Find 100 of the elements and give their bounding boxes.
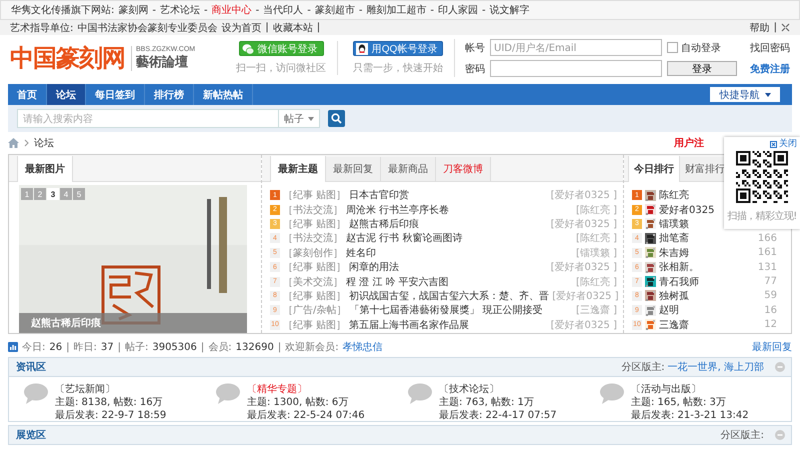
- help-link[interactable]: 帮助: [750, 20, 770, 34]
- section-title[interactable]: 资讯区: [16, 360, 46, 374]
- thread-title[interactable]: 「第十七屆香港藝術發展獎」 現正公開接受: [349, 303, 543, 318]
- forum-counts: 主题: 165, 帖数: 3万: [631, 396, 727, 409]
- register-link[interactable]: 用户注: [674, 136, 704, 150]
- separator-text: -: [482, 4, 486, 16]
- panel-tab[interactable]: 最新主题: [270, 156, 326, 182]
- panel-tab[interactable]: 最新商品: [381, 157, 436, 181]
- moderator-link[interactable]: 一花一世界, 海上刀部: [668, 360, 764, 374]
- breadcrumb-link[interactable]: 论坛: [34, 136, 54, 150]
- speech-bubble-icon: [599, 383, 625, 404]
- separator-text: |: [118, 342, 121, 352]
- close-link[interactable]: 关闭: [770, 139, 797, 149]
- stat-value: 132690: [236, 342, 274, 352]
- site-link[interactable]: 艺术论坛: [160, 3, 200, 17]
- thread-title[interactable]: 赵古泥 行书 秋窗论画图诗: [346, 231, 462, 246]
- thread-category[interactable]: ［纪事 贴图］: [283, 216, 346, 231]
- site-link[interactable]: 说文解字: [490, 3, 530, 17]
- password-field[interactable]: [490, 60, 662, 77]
- separator-text: -: [152, 4, 156, 16]
- thread-category[interactable]: ［纪事 贴图］: [283, 318, 346, 332]
- picture-caption: 赵熊古稀后印痕: [19, 313, 247, 333]
- thread-category[interactable]: ［篆刻创作］: [283, 246, 343, 260]
- header-link[interactable]: 设为首页: [221, 20, 262, 34]
- thread-category[interactable]: ［纪事 贴图］: [283, 288, 346, 303]
- close-icon[interactable]: [770, 140, 777, 148]
- scope-dropdown[interactable]: 帖子: [279, 109, 320, 128]
- caret-icon[interactable]: [764, 92, 770, 96]
- stat-value: 26: [49, 342, 62, 352]
- nav-tab[interactable]: 论坛: [47, 84, 86, 105]
- thread-title[interactable]: 日本古官印赏: [349, 188, 410, 202]
- thread-category[interactable]: ［美术交流］: [283, 274, 343, 289]
- thread-title[interactable]: 程 澄 江 吟 平安六吉图: [346, 274, 449, 289]
- thread-category[interactable]: ［纪事 贴图］: [283, 260, 346, 274]
- forum-counts: 主题: 8138, 帖数: 16万: [55, 396, 164, 409]
- thread-title[interactable]: 姓名印: [346, 246, 376, 260]
- panel-tab[interactable]: 刀客微博: [436, 157, 491, 181]
- member-link[interactable]: 孝悌忠信: [342, 340, 383, 354]
- thread-title[interactable]: 闲章的用法: [349, 260, 400, 274]
- separator-text: |: [774, 22, 777, 33]
- panel-tab[interactable]: 最新图片: [17, 156, 73, 182]
- user-name[interactable]: 朱吉姆: [659, 246, 689, 260]
- forum-name[interactable]: 〔技术论坛〕: [439, 383, 557, 396]
- user-name[interactable]: 张相新。: [659, 260, 699, 274]
- post-count: 77: [764, 276, 777, 288]
- header-link[interactable]: 收藏本站: [272, 20, 313, 34]
- thread-category[interactable]: ［书法交流］: [283, 231, 343, 246]
- user-name[interactable]: 青石我师: [659, 274, 699, 289]
- post-count: 161: [758, 247, 777, 258]
- panel-tab[interactable]: 最新回复: [326, 157, 381, 181]
- site-link[interactable]: 当代印人: [263, 3, 304, 17]
- latest-replies-link[interactable]: 最新回复: [752, 340, 792, 354]
- penguin-icon: [356, 42, 368, 54]
- speech-bubble-icon: [407, 383, 433, 404]
- thread-category[interactable]: ［书法交流］: [283, 202, 343, 217]
- post-count: 16: [764, 304, 777, 316]
- field-label: 密码: [465, 62, 485, 76]
- quick-nav-button[interactable]: 快捷导航: [710, 87, 780, 102]
- login-link[interactable]: 找回密码: [750, 40, 790, 54]
- panel-tab[interactable]: 今日排行: [628, 156, 680, 182]
- qq-login-button[interactable]: 用QQ帐号登录: [352, 41, 444, 56]
- separator-text: -: [358, 4, 362, 16]
- speech-bubble-icon: [23, 383, 49, 404]
- speech-bubble-icon: [215, 383, 241, 404]
- home-icon[interactable]: [8, 138, 19, 148]
- login-link[interactable]: 免费注册: [750, 62, 790, 76]
- search-button[interactable]: [328, 110, 345, 127]
- thread-category[interactable]: ［纪事 贴图］: [283, 188, 346, 202]
- auto-login-checkbox[interactable]: 自动登录: [667, 40, 737, 54]
- site-link[interactable]: 印人家园: [438, 3, 478, 17]
- site-network-label: 华隽文化传播旗下网站:: [11, 4, 114, 17]
- user-name[interactable]: 独树孤: [659, 288, 689, 303]
- page-button[interactable]: 3: [47, 188, 59, 200]
- thread-title[interactable]: 赵熊古稀后印痕: [349, 216, 420, 231]
- guidance-label: 艺术指导单位:: [10, 22, 74, 34]
- user-name[interactable]: 赵明: [659, 303, 679, 318]
- user-name[interactable]: 爱好者0325: [659, 202, 714, 217]
- forum-name[interactable]: 〔艺坛新闻〕: [55, 383, 166, 396]
- site-link[interactable]: 篆刻网: [118, 3, 148, 17]
- thread-title[interactable]: 周沧米 行书兰亭序长卷: [346, 202, 450, 217]
- login-button[interactable]: 登录: [667, 61, 737, 76]
- user-name[interactable]: 陈红亮: [659, 188, 689, 202]
- user-name[interactable]: 镭璞籁: [659, 216, 689, 231]
- thread-title[interactable]: 第五届上海书画名家作品展: [349, 318, 470, 332]
- thread-category[interactable]: ［广告/杂帖］: [283, 303, 346, 318]
- user-name[interactable]: 拙笔斋: [659, 231, 689, 246]
- site-logo[interactable]: 中国篆刻网: [10, 42, 125, 74]
- section-title[interactable]: 展览区: [16, 428, 46, 442]
- user-name[interactable]: 三逸齋: [659, 318, 689, 332]
- forum-name[interactable]: 〔精华专题〕: [247, 383, 365, 396]
- caret-icon[interactable]: [308, 116, 314, 120]
- thread-title[interactable]: 初识战国古玺，战国古玺六大系：楚、齐、晋: [349, 288, 550, 303]
- site-link[interactable]: 商业中心: [212, 3, 252, 17]
- separator-text: |: [316, 22, 320, 33]
- site-link[interactable]: 篆刻超市: [314, 3, 355, 17]
- qr-code: [736, 151, 788, 203]
- site-link[interactable]: 雕刻加工超市: [366, 3, 426, 17]
- separator-text: -: [256, 4, 260, 16]
- forum-name[interactable]: 〔活动与出版〕: [631, 383, 749, 396]
- moderator-label: 分区版主:: [720, 428, 764, 442]
